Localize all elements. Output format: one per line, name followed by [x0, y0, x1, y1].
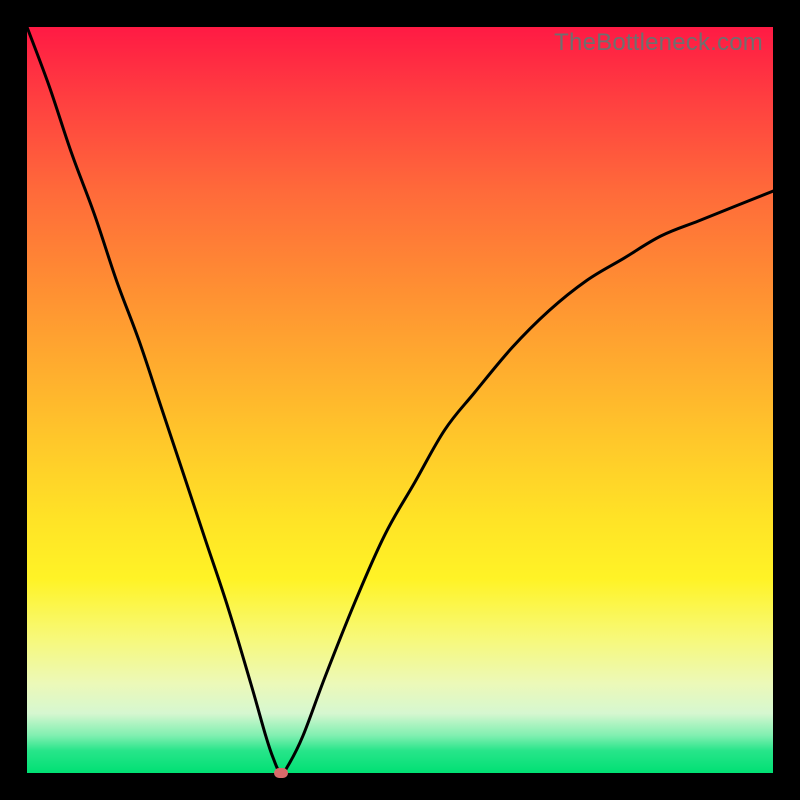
bottleneck-curve [27, 27, 773, 773]
minimum-marker [274, 768, 288, 778]
chart-frame: TheBottleneck.com [0, 0, 800, 800]
plot-area: TheBottleneck.com [27, 27, 773, 773]
